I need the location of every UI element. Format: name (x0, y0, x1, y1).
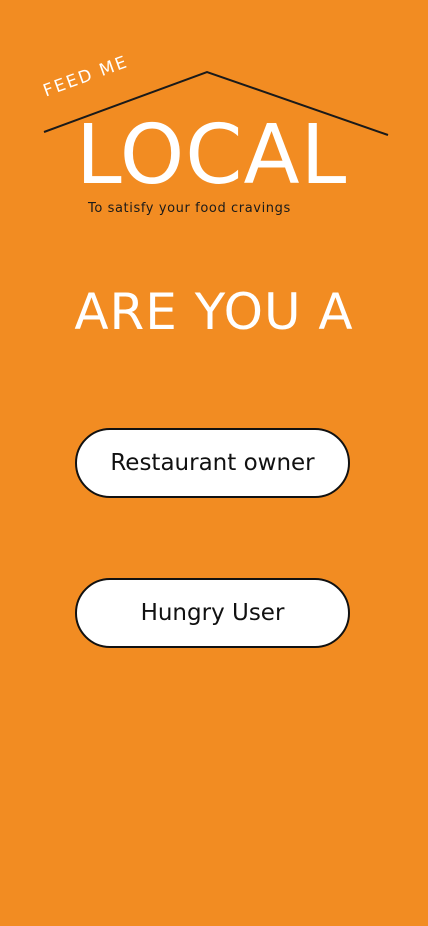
hungry-user-button[interactable]: Hungry User (75, 578, 350, 648)
restaurant-owner-button-label: Restaurant owner (110, 450, 315, 476)
logo-local-text: LOCAL (76, 108, 348, 203)
role-selection-screen: FEED ME LOCAL To satisfy your food cravi… (0, 0, 428, 926)
restaurant-owner-button[interactable]: Restaurant owner (75, 428, 350, 498)
role-question-heading: ARE YOU A (74, 283, 354, 341)
hungry-user-button-label: Hungry User (140, 600, 285, 626)
app-logo: FEED ME LOCAL To satisfy your food cravi… (0, 0, 428, 230)
logo-tagline: To satisfy your food cravings (88, 201, 291, 216)
